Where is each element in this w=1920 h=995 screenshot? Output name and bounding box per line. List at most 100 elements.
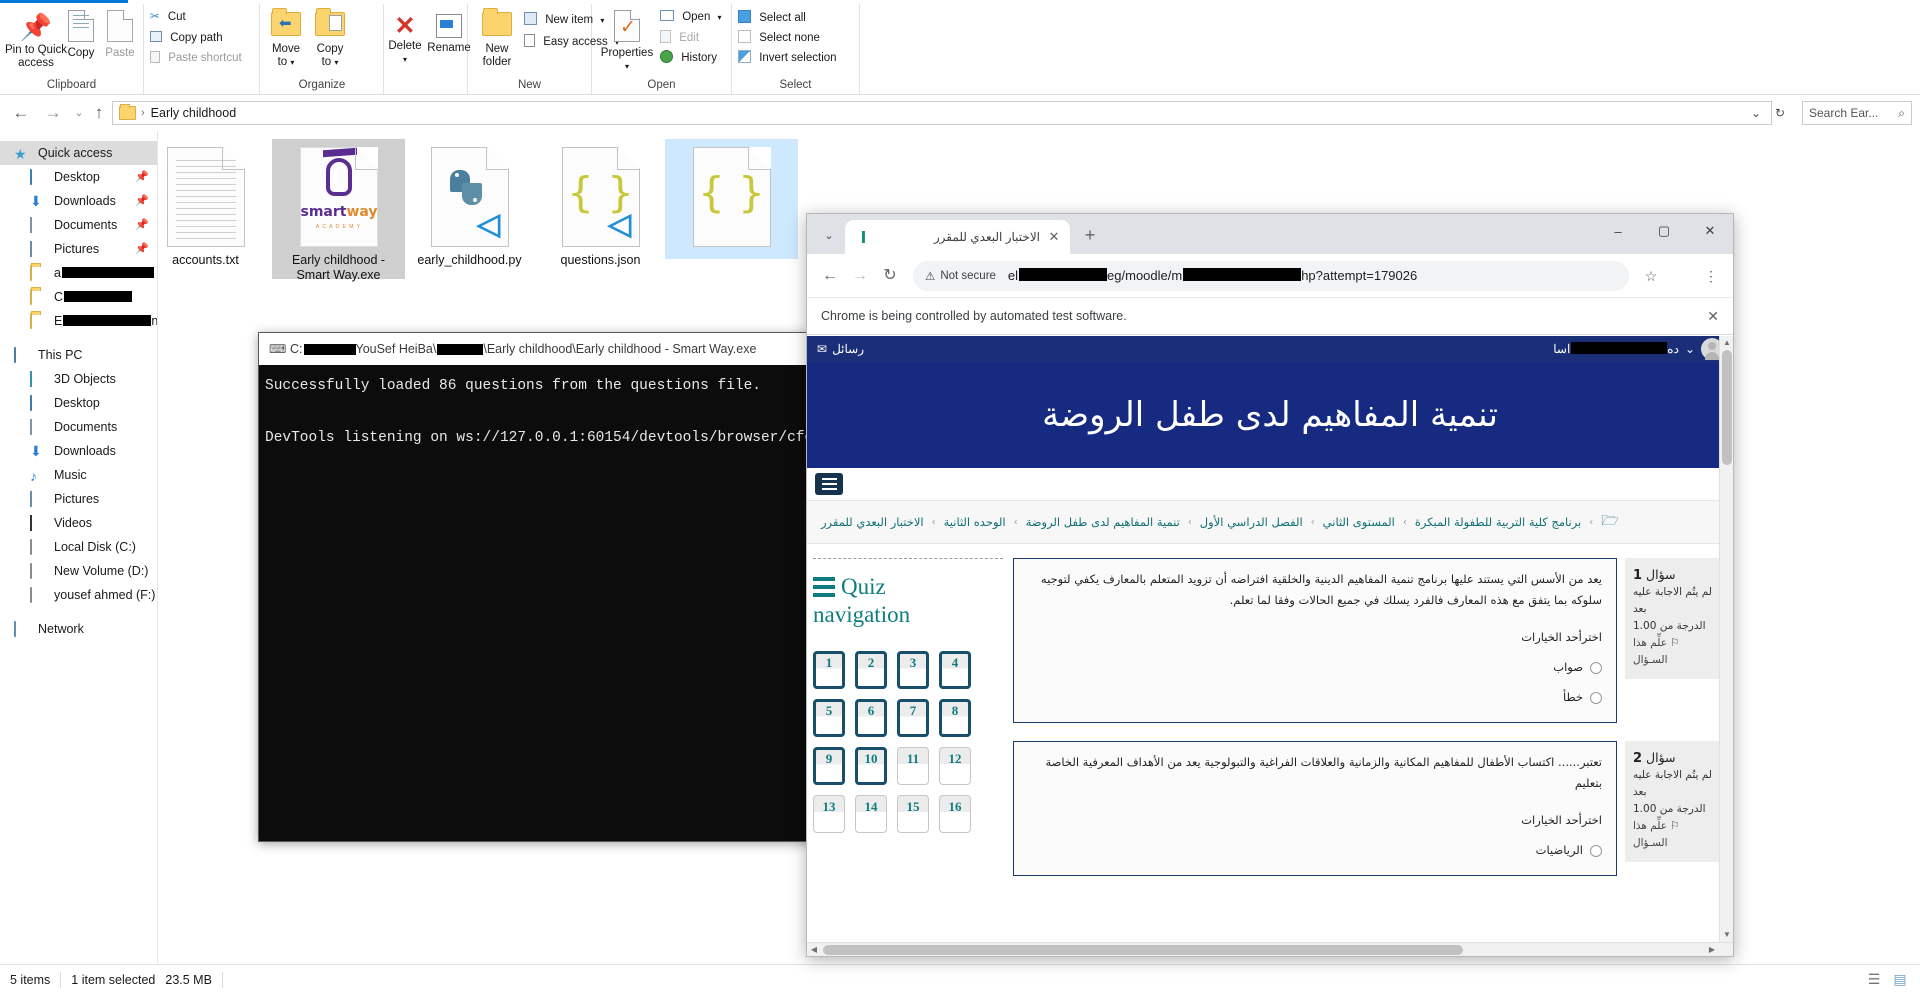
select-all-button[interactable]: Select all: [738, 10, 806, 25]
close-window-button[interactable]: ✕: [1687, 214, 1733, 248]
breadcrumb-item-0[interactable]: برنامج كلية التربية للطفولة المبكرة: [1415, 515, 1581, 529]
chrome-browser-window[interactable]: ⌄ ﺍ الاختبار البعدي للمقرر ✕ + – ▢ ✕ ← →…: [806, 213, 1734, 957]
cut-button[interactable]: ✂ Cut: [150, 11, 186, 24]
quiz-nav-button[interactable]: 2: [855, 651, 887, 689]
file-item-questions-json[interactable]: { } ◁ questions.json: [534, 139, 667, 274]
scroll-up-arrow-icon[interactable]: ▲: [1720, 336, 1734, 350]
user-menu[interactable]: ⌄ دهاسا: [1553, 342, 1695, 356]
rename-button[interactable]: Rename: [426, 12, 472, 55]
quiz-nav-button[interactable]: 9: [813, 747, 845, 785]
new-folder-button[interactable]: New folder: [472, 12, 522, 68]
not-secure-badge[interactable]: ⚠ Not secure: [917, 266, 1004, 286]
maximize-button[interactable]: ▢: [1641, 214, 1687, 248]
close-infobar-icon[interactable]: ✕: [1707, 308, 1719, 325]
quiz-nav-button[interactable]: 10: [855, 747, 887, 785]
answer-option[interactable]: صواب: [1028, 657, 1602, 678]
quiz-nav-button[interactable]: 5: [813, 699, 845, 737]
paste-shortcut-button[interactable]: Paste shortcut: [150, 51, 242, 65]
quiz-nav-button[interactable]: 8: [939, 699, 971, 737]
quiz-nav-button[interactable]: 3: [897, 651, 929, 689]
bookmark-star-icon[interactable]: ☆: [1637, 262, 1665, 290]
sidebar-item-videos[interactable]: Videos: [0, 511, 157, 535]
history-button[interactable]: History: [660, 50, 717, 65]
answer-option[interactable]: الرياضيات: [1028, 840, 1602, 861]
quiz-nav-button[interactable]: 14: [855, 795, 887, 833]
quiz-nav-button[interactable]: 11: [897, 747, 929, 785]
browser-tab[interactable]: ﺍ الاختبار البعدي للمقرر ✕: [845, 220, 1070, 254]
scroll-left-arrow-icon[interactable]: ◀: [807, 943, 821, 957]
breadcrumb-item-5[interactable]: الاختبار البعدي للمقرر: [821, 515, 924, 529]
console-window[interactable]: ⌨ C:YouSef HeiBa\\Early childhood\Early …: [258, 332, 814, 842]
copy-to-button[interactable]: Copy to ▾: [309, 12, 351, 69]
scroll-down-arrow-icon[interactable]: ▼: [1720, 928, 1734, 942]
delete-button[interactable]: ✕ Delete ▾: [384, 12, 426, 66]
breadcrumb-item-1[interactable]: المستوى الثاني: [1323, 515, 1395, 529]
sidebar-item-desktop-pc[interactable]: Desktop: [0, 391, 157, 415]
sidebar-item-new-volume-d[interactable]: New Volume (D:): [0, 559, 157, 583]
scroll-right-arrow-icon[interactable]: ▶: [1705, 943, 1719, 957]
close-tab-icon[interactable]: ✕: [1046, 229, 1062, 245]
address-dropdown-button[interactable]: ⌄: [1744, 101, 1768, 125]
flag-question-button[interactable]: ⚐ علِّم هذا السـؤال: [1633, 635, 1715, 669]
horizontal-scroll-thumb[interactable]: [823, 945, 1463, 955]
profile-avatar-icon[interactable]: [1667, 262, 1695, 290]
copy-button[interactable]: Copy: [62, 10, 100, 60]
browser-reload-button[interactable]: ↻: [875, 261, 905, 291]
sidebar-item-quick-access[interactable]: ★ Quick access: [0, 141, 157, 165]
hamburger-menu-icon[interactable]: [815, 473, 843, 495]
sidebar-item-yousef-ahmed-f[interactable]: yousef ahmed (F:): [0, 583, 157, 607]
invert-selection-button[interactable]: Invert selection: [738, 50, 837, 65]
sidebar-item-network[interactable]: Network: [0, 617, 157, 641]
folder-open-icon[interactable]: 🗁: [1601, 510, 1618, 534]
file-item-accounts-txt[interactable]: accounts.txt: [159, 139, 272, 274]
browser-back-button[interactable]: ←: [815, 261, 845, 291]
paste-button[interactable]: Paste: [100, 10, 140, 60]
browser-forward-button[interactable]: →: [845, 261, 875, 291]
sidebar-item-documents-pc[interactable]: Documents: [0, 415, 157, 439]
details-view-icon[interactable]: ☰: [1864, 971, 1884, 989]
quiz-nav-button[interactable]: 16: [939, 795, 971, 833]
select-none-button[interactable]: Select none: [738, 30, 820, 45]
page-horizontal-scrollbar[interactable]: ◀ ▶: [807, 942, 1733, 956]
chevron-down-icon[interactable]: ▾: [403, 55, 407, 64]
quiz-nav-button[interactable]: 15: [897, 795, 929, 833]
file-item-hidden-json[interactable]: { }: [665, 139, 798, 259]
quiz-nav-button[interactable]: 13: [813, 795, 845, 833]
messages-link[interactable]: رسائل ✉: [817, 342, 864, 356]
sidebar-item-downloads[interactable]: ⬇ Downloads 📌: [0, 189, 157, 213]
navigation-pane[interactable]: ★ Quick access Desktop 📌 ⬇ Downloads 📌 D…: [0, 131, 158, 964]
sidebar-item-pictures-pc[interactable]: Pictures: [0, 487, 157, 511]
sidebar-item-pictures[interactable]: Pictures 📌: [0, 237, 157, 261]
refresh-button[interactable]: ↻: [1768, 101, 1792, 125]
sidebar-item-redacted-1[interactable]: a: [0, 261, 157, 285]
sidebar-item-redacted-2[interactable]: C: [0, 285, 157, 309]
quiz-nav-button[interactable]: 12: [939, 747, 971, 785]
thumbnail-view-icon[interactable]: ▤: [1890, 971, 1910, 989]
breadcrumb-item-2[interactable]: الفصل الدراسي الأول: [1200, 515, 1303, 529]
chevron-down-icon[interactable]: ▾: [625, 62, 629, 71]
minimize-button[interactable]: –: [1595, 214, 1641, 248]
chevron-down-icon[interactable]: ▾: [290, 58, 294, 67]
pin-to-quick-access-button[interactable]: 📌 Pin to Quick access: [4, 10, 68, 69]
address-omnibox[interactable]: ⚠ Not secure eleg/moodle/mhp?attempt=179…: [913, 261, 1629, 291]
up-button[interactable]: ↑: [88, 103, 110, 123]
chrome-menu-icon[interactable]: ⋮: [1697, 262, 1725, 290]
sidebar-item-documents[interactable]: Documents 📌: [0, 213, 157, 237]
radio-button[interactable]: [1590, 845, 1602, 857]
sidebar-item-redacted-3[interactable]: Eni: [0, 309, 157, 333]
back-button[interactable]: ←: [10, 103, 32, 123]
sidebar-item-music[interactable]: ♪ Music: [0, 463, 157, 487]
chevron-down-icon[interactable]: ▾: [334, 58, 338, 67]
sidebar-item-downloads-pc[interactable]: ⬇ Downloads: [0, 439, 157, 463]
sidebar-item-local-disk-c[interactable]: Local Disk (C:): [0, 535, 157, 559]
chevron-down-icon[interactable]: ▾: [718, 13, 722, 22]
forward-button[interactable]: →: [42, 103, 64, 123]
page-vertical-scrollbar[interactable]: ▲ ▼: [1719, 336, 1733, 942]
vertical-scroll-thumb[interactable]: [1722, 350, 1732, 465]
sidebar-item-this-pc[interactable]: This PC: [0, 343, 157, 367]
breadcrumb-item-3[interactable]: تنمية المفاهيم لدى طفل الروضة: [1026, 515, 1180, 529]
breadcrumb-item-4[interactable]: الوحده الثانية: [944, 515, 1006, 529]
sidebar-item-3d-objects[interactable]: 3D Objects: [0, 367, 157, 391]
new-tab-button[interactable]: +: [1076, 222, 1104, 250]
quiz-nav-button[interactable]: 7: [897, 699, 929, 737]
